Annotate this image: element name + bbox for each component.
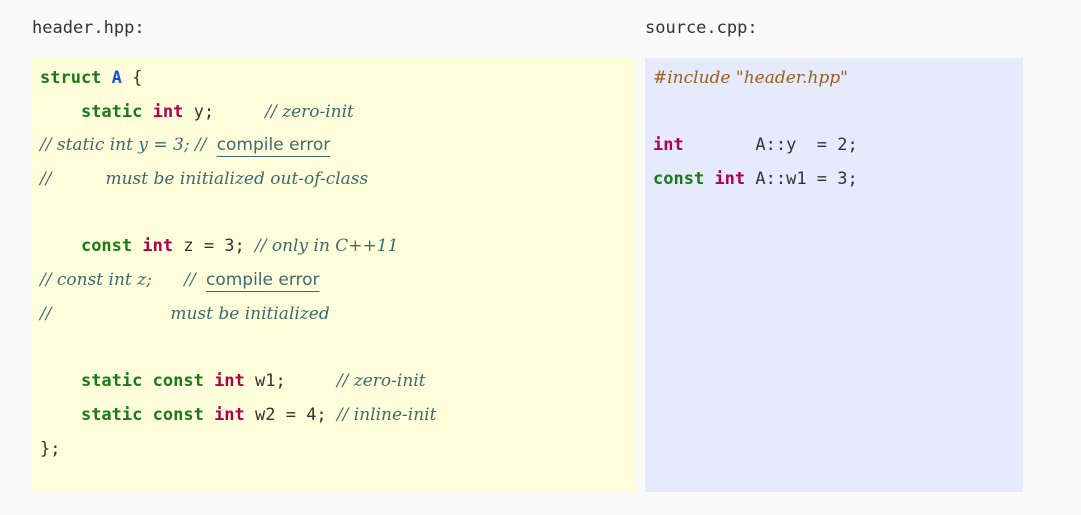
keyword: static <box>80 371 143 392</box>
comment: // must be initialized out-of-class <box>40 169 369 190</box>
code-line: const int A::w1 = 3; <box>653 163 1023 197</box>
code-line: // static int y = 3; // compile error <box>40 129 636 163</box>
keyword: struct <box>40 68 102 88</box>
code-text: y; <box>183 101 215 122</box>
code-text: A::y = 2; <box>683 135 858 156</box>
code-text: w1; <box>244 371 286 392</box>
comment: // inline-init <box>336 404 437 425</box>
comment-underlined: compile error <box>205 270 320 291</box>
code-line: int A::y = 2; <box>653 129 1023 163</box>
keyword: const <box>653 169 705 190</box>
code-line: static int y; // zero-init <box>40 96 636 130</box>
code-line: struct A { <box>40 62 636 96</box>
comment: // only in C++11 <box>255 236 399 257</box>
code-line: // must be initialized <box>40 298 636 332</box>
header-file-label: header.hpp: <box>32 18 145 38</box>
preprocessor-directive: #include "header.hpp" <box>653 68 848 88</box>
code-text: w2 = 4; <box>244 404 327 425</box>
code-line: static const int w1; // zero-init <box>40 365 636 399</box>
code-line: static const int w2 = 4; // inline-init <box>40 399 636 433</box>
code-line: #include "header.hpp" <box>653 62 1023 96</box>
type: int <box>653 135 684 156</box>
keyword: const <box>80 236 133 257</box>
comment: // zero-init <box>336 371 426 392</box>
type: int <box>152 101 184 122</box>
source-file-label: source.cpp: <box>645 18 758 38</box>
keyword: const <box>152 404 204 425</box>
code-line: // const int z; // compile error <box>40 264 636 298</box>
type: int <box>142 236 174 257</box>
comment-underlined: compile error <box>216 135 331 156</box>
header-code-panel: struct A { static int y; // zero-init //… <box>32 58 636 492</box>
source-code-panel: #include "header.hpp" int A::y = 2; cons… <box>645 58 1023 492</box>
code-text: }; <box>40 438 61 459</box>
comment: // must be initialized <box>40 303 330 324</box>
type: int <box>214 371 245 392</box>
keyword: const <box>152 371 204 392</box>
code-line: }; <box>40 433 636 467</box>
code-line: // must be initialized out-of-class <box>40 163 636 197</box>
code-text: { <box>121 68 143 88</box>
keyword: static <box>80 404 143 425</box>
comment: // static int y = 3; // <box>40 135 207 156</box>
code-text: A::w1 = 3; <box>745 169 858 190</box>
type: int <box>714 169 746 190</box>
keyword: static <box>80 101 143 122</box>
code-text: z = 3; <box>173 236 245 257</box>
comment: // const int z; // <box>40 270 196 291</box>
code-line: const int z = 3; // only in C++11 <box>40 230 636 264</box>
comment: // zero-init <box>265 101 354 122</box>
type: int <box>214 404 245 425</box>
class-name: A <box>111 68 122 88</box>
